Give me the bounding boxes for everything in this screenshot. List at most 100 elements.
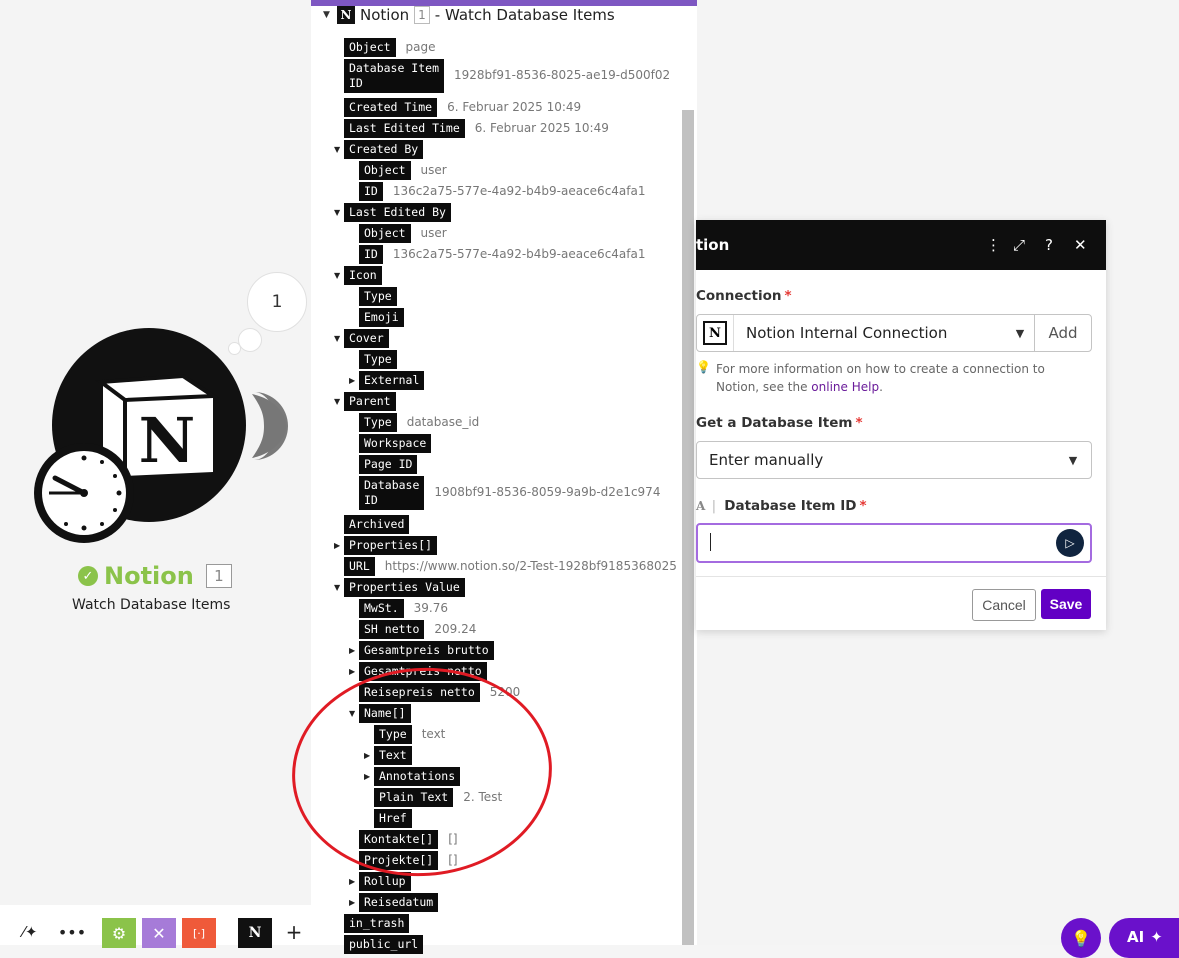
output-value: 136c2a75-577e-4a92-b4b9-aeace6c4afa1 (392, 247, 646, 261)
output-tree-row[interactable]: Object page (344, 38, 436, 57)
tools-gear-button[interactable]: ⚙ (102, 918, 136, 948)
output-tree-row[interactable]: URL https://www.notion.so/2-Test-1928bf91… (344, 557, 677, 576)
cancel-button[interactable]: Cancel (972, 589, 1036, 621)
more-options-icon[interactable]: ••• (58, 920, 86, 944)
output-key: Database ID (359, 476, 425, 510)
output-tree-row[interactable]: Last Edited Time 6. Februar 2025 10:49 (344, 119, 609, 138)
output-tree-row[interactable]: Last Edited By (344, 203, 451, 222)
output-key: External (359, 371, 425, 390)
output-tree-row[interactable]: Gesamtpreis brutto (359, 641, 494, 660)
output-tree-row[interactable]: SH netto 209.24 (359, 620, 476, 639)
output-tree-row[interactable]: Object user (359, 224, 447, 243)
output-key: Object (344, 38, 396, 57)
expand-caret-icon[interactable]: ▶ (349, 877, 355, 886)
output-tree-row[interactable]: Page ID (359, 455, 418, 474)
output-key: Last Edited Time (344, 119, 465, 138)
close-icon[interactable]: ✕ (1074, 236, 1087, 254)
collapse-caret-icon[interactable]: ▼ (323, 10, 332, 20)
output-tree-row[interactable]: Created By (344, 140, 424, 159)
text-cursor (710, 533, 711, 551)
output-key: Workspace (359, 434, 432, 453)
online-help-link[interactable]: online Help (811, 380, 879, 394)
panel-title: Notion (360, 6, 410, 24)
collapse-caret-icon[interactable]: ▼ (334, 583, 340, 592)
output-tree-row[interactable]: Emoji (359, 308, 404, 327)
connection-label: Connection * (696, 288, 792, 304)
tools-button[interactable]: ✕ (142, 918, 176, 948)
expand-caret-icon[interactable]: ▶ (349, 646, 355, 655)
schedule-clock-icon[interactable] (31, 440, 137, 546)
expand-caret-icon[interactable]: ▶ (349, 898, 355, 907)
output-tree-row[interactable]: Database Item ID 1928bf91-8536-8025-ae19-… (344, 59, 670, 93)
output-tree-row[interactable]: Type (359, 287, 397, 306)
chevron-down-icon[interactable]: ▼ (1055, 454, 1091, 467)
panel-title-suffix: - Watch Database Items (434, 6, 615, 24)
module-connector[interactable] (250, 392, 290, 460)
panel-count: 1 (414, 6, 430, 24)
connection-select[interactable]: N Notion Internal Connection ▼ Add (696, 314, 1092, 352)
output-tree-row[interactable]: Database ID 1908bf91-8536-8059-9a9b-d2e1c… (359, 476, 660, 510)
expand-caret-icon[interactable]: ▶ (349, 376, 355, 385)
collapse-caret-icon[interactable]: ▼ (334, 271, 340, 280)
output-tree-row[interactable]: Type (359, 350, 397, 369)
output-tree-row[interactable]: Workspace (359, 434, 432, 453)
notion-icon: N (337, 6, 355, 24)
module-settings-dialog: tion ⋮ ⤢ ? ✕ Connection * N Notion Intern… (696, 220, 1106, 630)
connection-value: Notion Internal Connection (746, 324, 948, 342)
collapse-caret-icon[interactable]: ▼ (334, 208, 340, 217)
output-tree-row[interactable]: Created Time 6. Februar 2025 10:49 (344, 98, 581, 117)
output-value: database_id (406, 415, 480, 429)
output-key: Parent (344, 392, 396, 411)
output-key: Archived (344, 515, 410, 534)
output-tree-row[interactable]: External (359, 371, 425, 390)
chevron-down-icon[interactable]: ▼ (1006, 327, 1034, 340)
output-key: Last Edited By (344, 203, 451, 222)
output-tree-row[interactable]: Archived (344, 515, 410, 534)
collapse-caret-icon[interactable]: ▼ (334, 397, 340, 406)
help-icon[interactable]: ? (1045, 236, 1053, 254)
gear-icon: ⚙ (111, 923, 127, 943)
collapse-caret-icon[interactable]: ▼ (334, 145, 340, 154)
ai-assistant-button[interactable]: AI ✦ (1109, 918, 1179, 958)
operation-count-bubble[interactable]: 1 (247, 272, 307, 332)
output-tree-row[interactable]: Cover (344, 329, 389, 348)
output-value: user (420, 226, 447, 240)
collapse-caret-icon[interactable]: ▼ (334, 334, 340, 343)
svg-text:N: N (139, 404, 196, 477)
more-vertical-icon[interactable]: ⋮ (986, 236, 1001, 254)
output-tree-row[interactable]: Parent (344, 392, 396, 411)
expand-caret-icon[interactable]: ▶ (349, 667, 355, 676)
get-item-select[interactable]: Enter manually ▼ (696, 441, 1092, 479)
expand-caret-icon[interactable]: ▶ (334, 541, 340, 550)
text-parser-button[interactable]: [·] (182, 918, 216, 948)
output-tree-row[interactable]: Reisedatum (359, 893, 439, 912)
module-title: ✓ Notion 1 (78, 562, 232, 590)
output-key: Created Time (344, 98, 438, 117)
output-tree-row[interactable]: Properties[] (344, 536, 438, 555)
output-tree-row[interactable]: MwSt. 39.76 (359, 599, 448, 618)
output-key: Database Item ID (344, 59, 445, 93)
output-tree-row[interactable]: ID 136c2a75-577e-4a92-b4b9-aeace6c4afa1 (359, 182, 646, 201)
notion-app-icon: N (248, 925, 262, 941)
output-tree-row[interactable]: in_trash (344, 914, 410, 933)
output-key: Type (359, 350, 397, 369)
panel-scrollbar[interactable] (682, 110, 694, 945)
output-tree-row[interactable]: Type database_id (359, 413, 479, 432)
output-key: Page ID (359, 455, 418, 474)
output-tree-row[interactable]: ID 136c2a75-577e-4a92-b4b9-aeace6c4afa1 (359, 245, 646, 264)
output-tree-row[interactable]: Object user (359, 161, 447, 180)
add-connection-button[interactable]: Add (1034, 315, 1091, 351)
output-key: Reisedatum (359, 893, 439, 912)
output-key: Icon (344, 266, 382, 285)
panel-header[interactable]: ▼ N Notion 1 - Watch Database Items (323, 6, 615, 24)
output-tree-row[interactable]: Properties Value (344, 578, 465, 597)
mapping-panel-icon[interactable]: ▷ (1056, 529, 1084, 557)
output-tree-row[interactable]: Icon (344, 266, 382, 285)
save-button[interactable]: Save (1041, 589, 1091, 619)
add-app-icon[interactable]: + (284, 920, 304, 944)
database-item-id-input[interactable]: ▷ (696, 523, 1092, 563)
tips-lightbulb-button[interactable]: 💡 (1061, 918, 1101, 958)
expand-icon[interactable]: ⤢ (1013, 236, 1025, 254)
magic-wand-icon[interactable]: ⁄✦ (18, 920, 42, 944)
notion-app-button[interactable]: N (238, 918, 272, 948)
